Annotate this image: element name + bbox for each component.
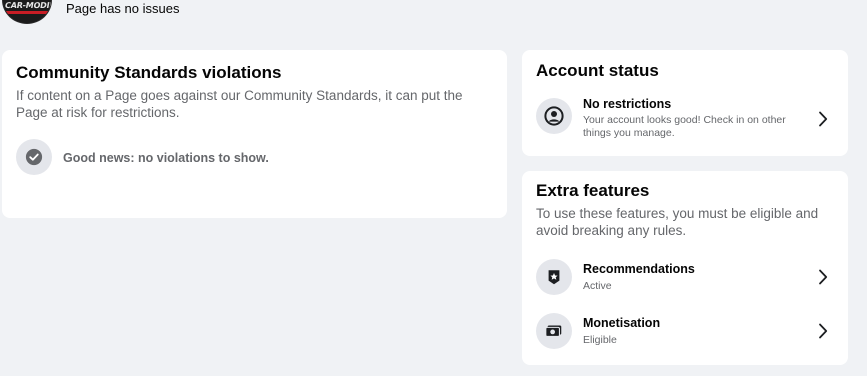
extra-features-description: To use these features, you must be eligi… (536, 206, 819, 238)
user-circle-icon (536, 98, 572, 134)
recommendations-status: Active (583, 280, 612, 292)
account-status-card: Account status No restrictions Your acco… (522, 50, 848, 156)
money-icon (536, 313, 572, 349)
page-status-text: Page has no issues (66, 1, 180, 16)
monetisation-label: Monetisation (583, 316, 661, 330)
avatar-stripe (3, 11, 51, 14)
no-restrictions-subtitle: Your account looks good! Check in on oth… (583, 114, 786, 139)
chevron-right-icon[interactable] (816, 321, 830, 341)
no-restrictions-row[interactable]: No restrictions Your account looks good!… (522, 92, 848, 148)
chevron-right-icon[interactable] (816, 267, 830, 287)
no-restrictions-title: No restrictions (583, 97, 672, 111)
recommendations-row[interactable]: Recommendations Active (522, 255, 848, 303)
extra-features-card: Extra features To use these features, yo… (522, 171, 848, 365)
page-header: CAR-MODIFY Page has no issues (0, 0, 867, 28)
community-standards-description: If content on a Page goes against our Co… (16, 88, 463, 120)
chevron-right-icon[interactable] (816, 109, 830, 129)
account-status-title: Account status (536, 61, 659, 80)
monetisation-row[interactable]: Monetisation Eligible (522, 309, 848, 357)
avatar-logo-text: CAR-MODIFY (4, 1, 52, 10)
no-violations-text: Good news: no violations to show. (63, 151, 269, 165)
monetisation-status: Eligible (583, 334, 617, 346)
recommendations-label: Recommendations (583, 262, 695, 276)
checkmark-circle-icon (16, 139, 52, 175)
page-avatar[interactable]: CAR-MODIFY (2, 0, 52, 24)
badge-star-icon (536, 259, 572, 295)
extra-features-title: Extra features (536, 181, 650, 200)
community-standards-card: Community Standards violations If conten… (2, 50, 507, 218)
community-standards-title: Community Standards violations (16, 63, 282, 82)
